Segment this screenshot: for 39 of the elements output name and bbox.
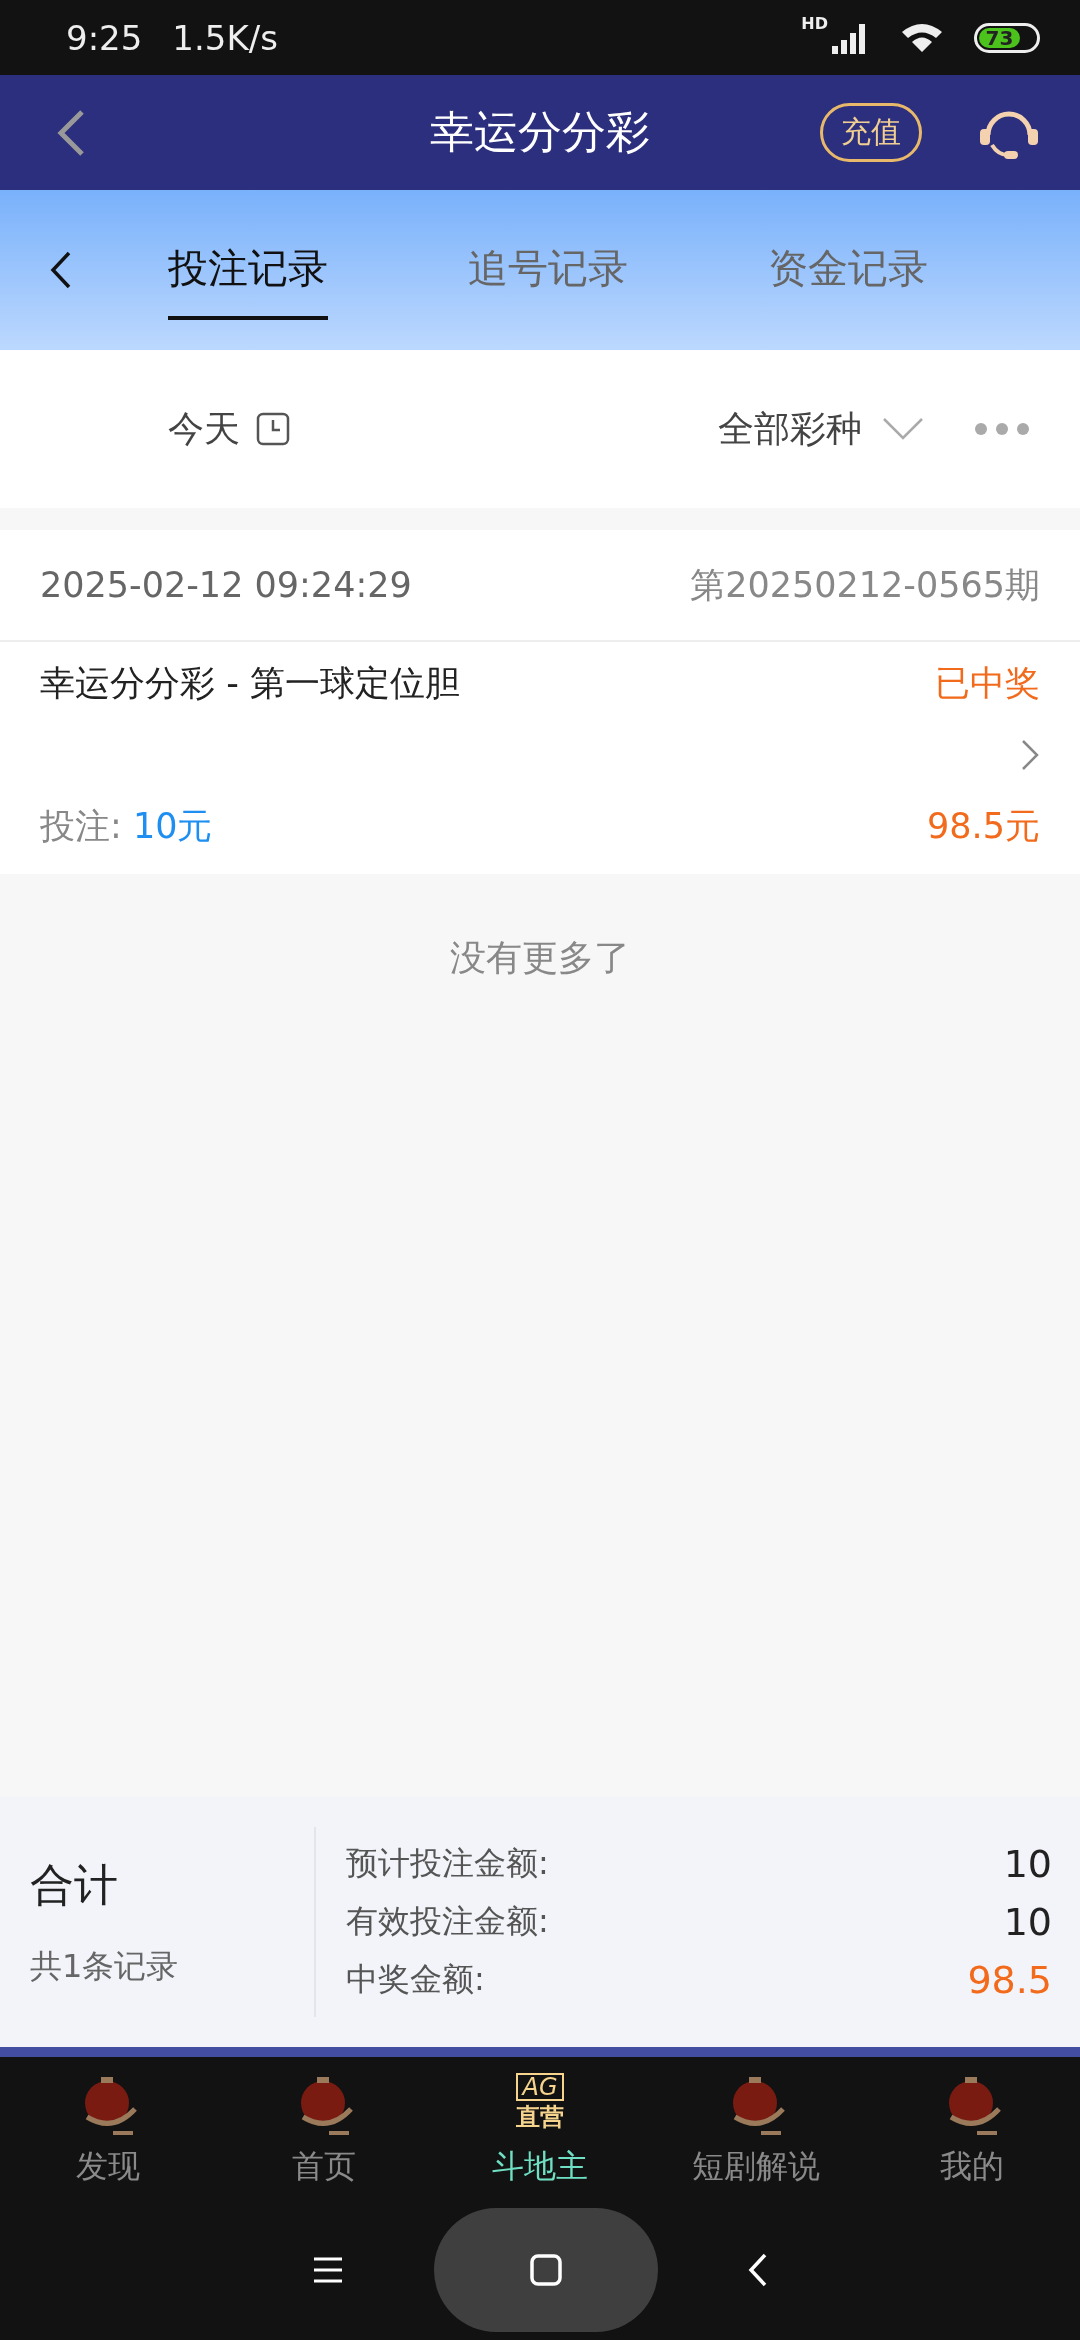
square-icon: [530, 2254, 562, 2286]
clock-icon[interactable]: [256, 412, 290, 446]
badge-logo: AG: [516, 2073, 564, 2101]
page-title: 幸运分分彩: [430, 105, 650, 159]
lottery-filter[interactable]: 全部彩种: [718, 404, 862, 454]
bet-label: 投注:: [40, 806, 123, 846]
wifi-icon: [900, 21, 944, 54]
win-status: 已中奖: [934, 662, 1040, 705]
nav-item[interactable]: 我的: [864, 2057, 1080, 2200]
summary-value: 10: [1003, 1900, 1052, 1944]
hd-label: HD: [801, 14, 828, 33]
date-filter[interactable]: 今天: [168, 404, 240, 454]
battery-icon: 73: [974, 22, 1040, 53]
recharge-button[interactable]: 充值: [820, 103, 922, 162]
summary-value: 98.5: [967, 1958, 1052, 2002]
nav-item[interactable]: 发现: [0, 2057, 216, 2200]
clock-time: 9:25: [66, 17, 143, 58]
badge-text: 直营: [516, 2105, 564, 2129]
summary-value: 10: [1003, 1842, 1052, 1886]
record-card[interactable]: 幸运分分彩 - 第一球定位胆 已中奖 投注: 10元 98.5元: [0, 642, 1080, 874]
network-speed: 1.5K/s: [172, 17, 278, 58]
tab[interactable]: 投注记录: [168, 220, 328, 320]
record-count: 共1条记录: [30, 1945, 180, 1987]
end-note: 没有更多了: [449, 936, 631, 980]
summary-label: 预计投注金额:: [346, 1843, 549, 1884]
back-icon[interactable]: [50, 250, 72, 290]
nav-item[interactable]: AG 直营 斗地主: [432, 2057, 648, 2200]
summary-label: 有效投注金额:: [346, 1901, 549, 1942]
record-time: 2025-02-12 09:24:29: [40, 565, 412, 605]
prize-amount: 98.5元: [927, 805, 1040, 848]
summary-label: 中奖金额:: [346, 1959, 485, 2000]
nav-item[interactable]: 短剧解说: [648, 2057, 864, 2200]
bet-amount: 10元: [132, 806, 213, 846]
game-name: 幸运分分彩 - 第一球定位胆: [40, 662, 461, 705]
nav-item[interactable]: 首页: [216, 2057, 432, 2200]
summary-title: 合计: [30, 1857, 119, 1912]
chevron-right-icon[interactable]: [1020, 738, 1040, 772]
menu-icon[interactable]: [312, 2256, 344, 2284]
issue-number: 第20250212-0565期: [690, 563, 1040, 607]
